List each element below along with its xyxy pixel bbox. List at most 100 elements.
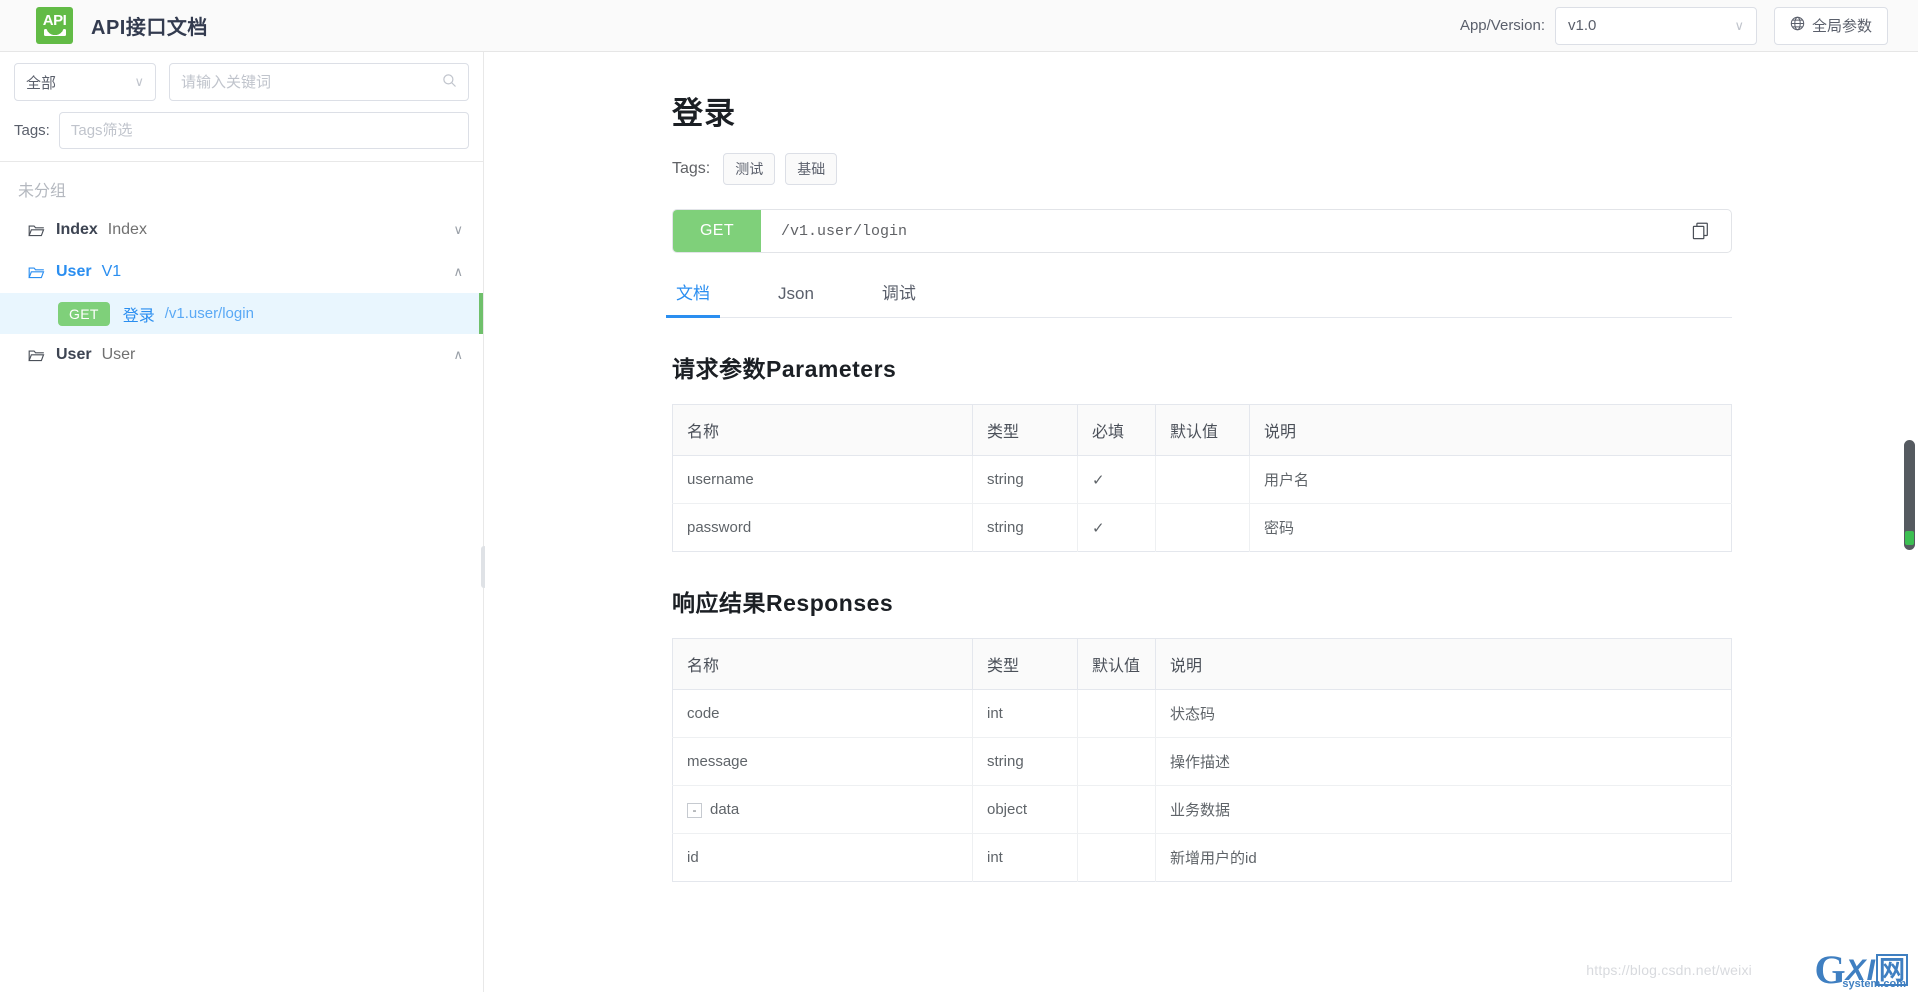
param-name: username (672, 455, 973, 504)
sidebar-item-sub: Index (107, 221, 147, 238)
response-default (1077, 785, 1156, 834)
folder-icon (28, 223, 45, 238)
group-title-ungrouped: 未分组 (18, 183, 67, 200)
response-name: code (672, 689, 973, 738)
response-type: object (972, 785, 1078, 834)
header-right-controls: App/Version: v1.0 ∨ 全局参数 (1459, 6, 1888, 45)
table-row: code int 状态码 (672, 689, 1732, 738)
column-header-type: 类型 (972, 638, 1078, 690)
chevron-up-icon[interactable]: ∧ (453, 264, 463, 280)
response-type: int (972, 689, 1078, 738)
response-type: int (972, 833, 1078, 882)
parameters-table: 名称 类型 必填 默认值 说明 username string ✓ 用户名 pa… (672, 404, 1732, 552)
table-header-row: 名称 类型 必填 默认值 说明 (672, 404, 1732, 456)
tab-json[interactable]: Json (774, 284, 818, 317)
global-params-button[interactable]: 全局参数 (1774, 6, 1888, 45)
table-row: message string 操作描述 (672, 737, 1732, 786)
copy-icon[interactable] (1692, 222, 1709, 240)
method-badge: GET (58, 301, 110, 326)
param-required-check-icon: ✓ (1077, 503, 1156, 552)
param-default (1155, 455, 1250, 504)
column-header-default: 默认值 (1155, 404, 1250, 456)
vertical-scrollbar[interactable] (1904, 440, 1915, 550)
param-type: string (972, 455, 1078, 504)
scrollbar-indicator (1905, 531, 1914, 545)
column-header-default: 默认值 (1077, 638, 1156, 690)
watermark-url: https://blog.csdn.net/weixi (1586, 962, 1752, 978)
request-url-bar: GET /v1.user/login (672, 209, 1732, 253)
response-name: data (710, 801, 740, 818)
globe-icon (1790, 16, 1805, 35)
response-name-cell: - data (672, 785, 973, 834)
tags-filter-input[interactable] (70, 122, 457, 139)
doc-title: 登录 (672, 96, 736, 131)
table-row: username string ✓ 用户名 (672, 455, 1732, 504)
column-header-name: 名称 (672, 404, 973, 456)
sidebar-filter-row: 全部 ∨ (0, 52, 483, 101)
sidebar-item-user-v1[interactable]: User V1 ∧ (0, 251, 483, 293)
api-item-name: 登录 (122, 307, 155, 325)
request-path: /v1.user/login (781, 222, 908, 240)
response-desc: 状态码 (1155, 689, 1732, 738)
response-desc: 操作描述 (1155, 737, 1732, 786)
param-type: string (972, 503, 1078, 552)
response-default (1077, 833, 1156, 882)
api-logo-icon: API (36, 7, 73, 44)
sidebar-item-name: User (56, 346, 92, 363)
tags-filter-label: Tags: (14, 122, 50, 139)
sidebar-item-name: User (56, 263, 92, 280)
api-item-path: /v1.user/login (164, 305, 254, 322)
sidebar-item-user-user[interactable]: User User ∧ (0, 334, 483, 376)
main-content: 登录 Tags: 测试 基础 GET /v1.user/login 文档 Jso… (485, 52, 1918, 992)
logo-text: API (42, 11, 67, 29)
responses-table: 名称 类型 默认值 说明 code int 状态码 message string… (672, 638, 1732, 882)
tags-filter-box[interactable] (58, 112, 469, 149)
column-header-desc: 说明 (1155, 638, 1732, 690)
doc-tabs: 文档 Json 调试 (666, 279, 1732, 318)
chevron-down-icon: ∨ (134, 74, 144, 89)
sidebar-item-index[interactable]: Index Index ∨ (0, 209, 483, 251)
response-name: message (672, 737, 973, 786)
tab-doc[interactable]: 文档 (666, 279, 720, 318)
version-select[interactable]: v1.0 ∨ (1555, 6, 1757, 45)
column-header-required: 必填 (1077, 404, 1156, 456)
param-name: password (672, 503, 973, 552)
column-header-name: 名称 (672, 638, 973, 690)
sidebar-item-sub: V1 (101, 263, 122, 280)
response-default (1077, 737, 1156, 786)
category-select[interactable]: 全部 ∨ (14, 63, 156, 101)
sidebar: 全部 ∨ Tags: 未分组 Index Index ∨ (0, 52, 487, 992)
tag-chip[interactable]: 基础 (785, 153, 838, 185)
category-select-value: 全部 (26, 74, 57, 92)
response-desc: 新增用户的id (1170, 850, 1257, 867)
app-version-label: App/Version: (1459, 17, 1545, 34)
page-title: API接口文档 (91, 17, 208, 39)
column-header-type: 类型 (972, 404, 1078, 456)
response-type: string (972, 737, 1078, 786)
response-default (1077, 689, 1156, 738)
search-input[interactable] (181, 73, 442, 91)
response-desc: 业务数据 (1155, 785, 1732, 834)
search-icon[interactable] (442, 73, 457, 92)
doc-tags-row: Tags: 测试 基础 (672, 153, 1918, 185)
table-row: password string ✓ 密码 (672, 503, 1732, 552)
chevron-down-icon[interactable]: ∨ (453, 222, 463, 238)
parameters-section-title: 请求参数Parameters (672, 356, 897, 382)
global-params-label: 全局参数 (1811, 18, 1872, 35)
tab-debug[interactable]: 调试 (878, 279, 920, 317)
chevron-up-icon[interactable]: ∧ (453, 347, 463, 363)
param-desc: 密码 (1264, 520, 1295, 537)
chevron-down-icon: ∨ (1734, 17, 1744, 33)
folder-open-icon (28, 265, 45, 280)
sidebar-api-item-login[interactable]: GET 登录 /v1.user/login (0, 293, 483, 334)
table-row: - data object 业务数据 (672, 785, 1732, 834)
collapse-toggle-icon[interactable]: - (687, 802, 702, 818)
watermark-g: G (1814, 947, 1846, 992)
folder-icon (28, 348, 45, 363)
param-desc: 用户名 (1249, 455, 1732, 504)
param-default (1155, 503, 1250, 552)
search-box[interactable] (169, 63, 469, 101)
request-method-badge: GET (673, 210, 761, 252)
tag-chip[interactable]: 测试 (723, 153, 776, 185)
responses-section-title: 响应结果Responses (672, 590, 894, 616)
